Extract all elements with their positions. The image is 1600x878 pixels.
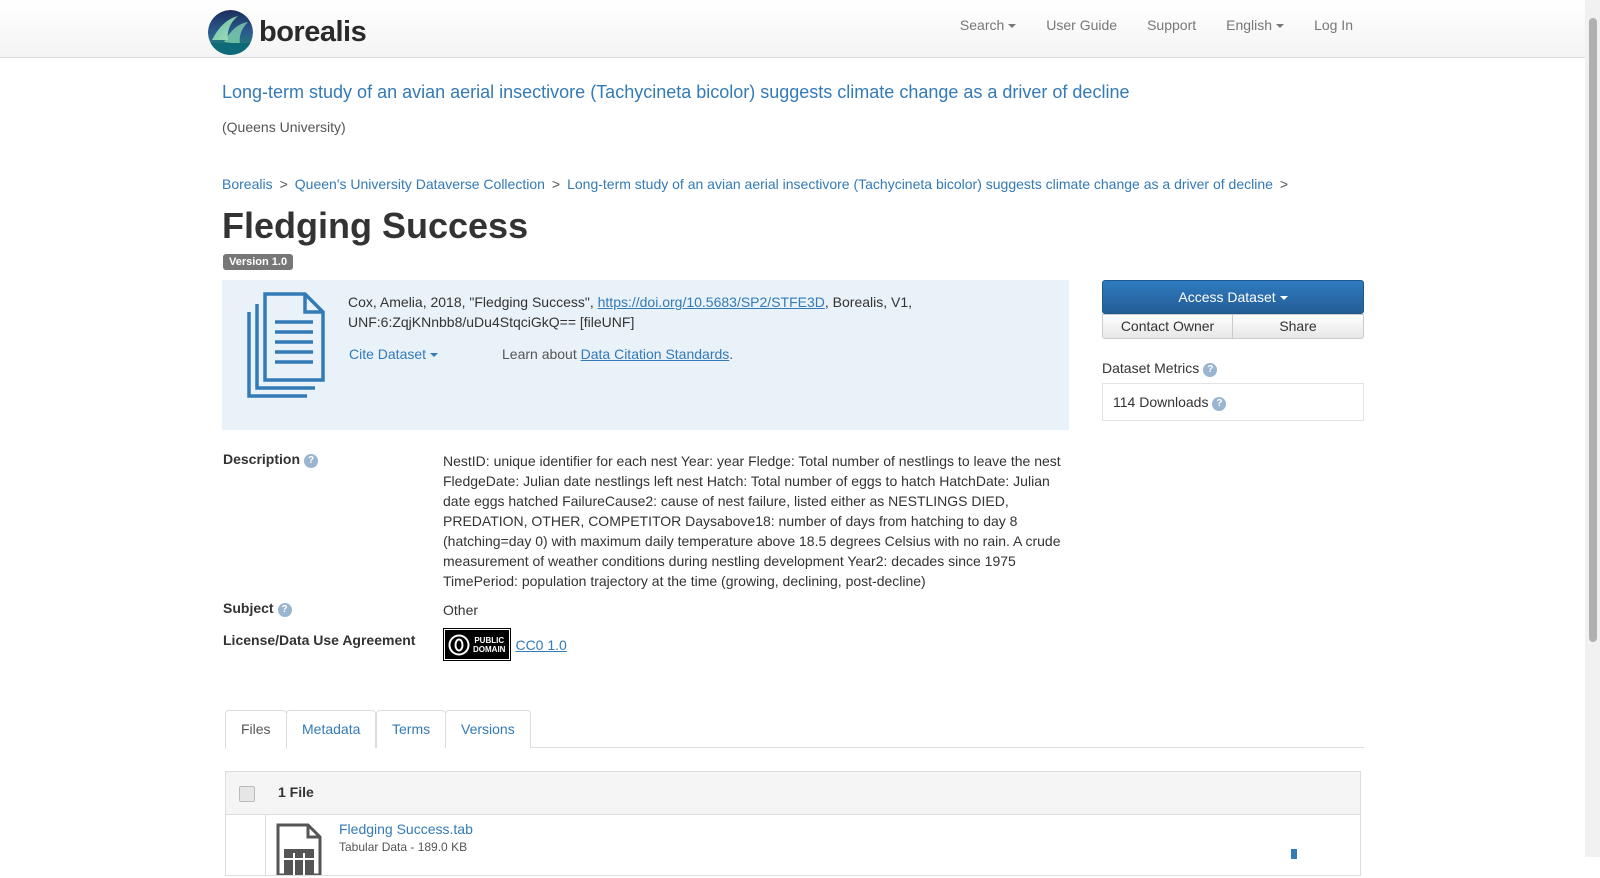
help-icon[interactable]: ? bbox=[1203, 363, 1218, 377]
brand-name: borealis bbox=[259, 15, 367, 48]
file-metadata: Tabular Data - 189.0 KB bbox=[339, 840, 468, 854]
breadcrumb-separator: > bbox=[279, 176, 288, 192]
learn-about-prefix: Learn about bbox=[502, 346, 581, 362]
subject-label-text: Subject bbox=[223, 600, 274, 616]
breadcrumb: Borealis > Queen's University Dataverse Co… bbox=[222, 176, 1295, 192]
tabular-file-icon bbox=[276, 823, 322, 878]
brand-logo-link[interactable]: borealis bbox=[208, 9, 367, 55]
caret-down-icon bbox=[1008, 24, 1017, 29]
nav-login-link[interactable]: Log In bbox=[1314, 17, 1353, 33]
nav-user-guide-link[interactable]: User Guide bbox=[1046, 17, 1117, 33]
nav-menu: Search User Guide Support English Log In bbox=[930, 0, 1353, 50]
license-value: PUBLIC DOMAIN CC0 1.0 bbox=[443, 628, 1063, 661]
citation-text: Cox, Amelia, 2018, "Fledging Success", h… bbox=[348, 292, 938, 332]
breadcrumb-item-collection[interactable]: Queen's University Dataverse Collection bbox=[295, 176, 545, 192]
citation-box: Cox, Amelia, 2018, "Fledging Success", h… bbox=[222, 280, 1069, 430]
parent-dataset-title-link[interactable]: Long-term study of an avian aerial insec… bbox=[222, 82, 1129, 103]
subject-label: Subject? bbox=[223, 600, 292, 617]
files-table: 1 File Fledging Success.tab Tabular Data… bbox=[225, 771, 1361, 878]
page-title: Fledging Success bbox=[222, 205, 529, 246]
zero-circle-icon bbox=[448, 634, 470, 655]
files-table-header: 1 File bbox=[226, 772, 1360, 815]
version-badge: Version 1.0 bbox=[223, 254, 294, 270]
share-button[interactable]: Share bbox=[1233, 314, 1364, 339]
nav-support-link[interactable]: Support bbox=[1147, 17, 1196, 33]
parent-dataset-affiliation: (Queens University) bbox=[222, 119, 346, 135]
help-icon[interactable]: ? bbox=[1212, 397, 1227, 411]
file-action-icon[interactable] bbox=[1291, 849, 1297, 859]
page-scrollbar[interactable] bbox=[1585, 0, 1600, 857]
file-name-link[interactable]: Fledging Success.tab bbox=[339, 821, 473, 837]
public-domain-badge-inner: PUBLIC DOMAIN bbox=[445, 630, 510, 659]
borealis-logo-icon bbox=[208, 9, 253, 55]
downloads-count: 114 Downloads bbox=[1113, 394, 1209, 410]
contact-owner-button[interactable]: Contact Owner bbox=[1102, 314, 1233, 339]
nav-search-dropdown[interactable]: Search bbox=[959, 17, 1017, 33]
nav-language-label: English bbox=[1226, 17, 1273, 33]
public-domain-line1: PUBLIC bbox=[474, 635, 505, 645]
dataset-tabs: Files Metadata Terms Versions bbox=[225, 710, 1364, 749]
license-label: License/Data Use Agreement bbox=[223, 632, 416, 648]
tab-files[interactable]: Files bbox=[225, 710, 287, 749]
description-value: NestID: unique identifier for each nest … bbox=[443, 453, 1061, 589]
nav-search-label: Search bbox=[959, 17, 1005, 33]
nav-language-dropdown[interactable]: English bbox=[1226, 17, 1285, 33]
access-dataset-button[interactable]: Access Dataset bbox=[1102, 280, 1364, 314]
public-domain-text: PUBLIC DOMAIN bbox=[473, 636, 505, 654]
file-stack-icon bbox=[247, 292, 325, 401]
select-all-checkbox[interactable] bbox=[239, 786, 255, 802]
tab-metadata[interactable]: Metadata bbox=[286, 710, 377, 748]
top-navbar: borealis Search User Guide Support Engli… bbox=[0, 0, 1585, 58]
learn-about-citation: Learn about Data Citation Standards. bbox=[502, 346, 733, 362]
public-domain-line2: DOMAIN bbox=[473, 644, 506, 654]
files-count: 1 File bbox=[278, 784, 314, 800]
help-icon[interactable]: ? bbox=[304, 454, 319, 468]
public-domain-badge: PUBLIC DOMAIN bbox=[443, 628, 512, 661]
dataset-sidebar: Access Dataset Contact Owner Share Datas… bbox=[1102, 280, 1364, 421]
caret-down-icon bbox=[1279, 296, 1288, 301]
cite-dataset-dropdown[interactable]: Cite Dataset bbox=[349, 346, 439, 362]
owner-share-buttons: Contact Owner Share bbox=[1102, 314, 1364, 339]
cite-dataset-label: Cite Dataset bbox=[349, 346, 427, 362]
breadcrumb-separator: > bbox=[1279, 176, 1289, 192]
access-dataset-label: Access Dataset bbox=[1178, 289, 1276, 305]
breadcrumb-separator: > bbox=[551, 176, 561, 192]
breadcrumb-item-borealis[interactable]: Borealis bbox=[222, 176, 273, 192]
caret-down-icon bbox=[1276, 24, 1285, 29]
data-citation-standards-link[interactable]: Data Citation Standards bbox=[581, 346, 730, 362]
tab-versions[interactable]: Versions bbox=[445, 710, 531, 748]
tab-terms[interactable]: Terms bbox=[376, 710, 447, 748]
dataset-metrics-label: Dataset Metrics bbox=[1102, 360, 1200, 376]
citation-prefix: Cox, Amelia, 2018, "Fledging Success", bbox=[348, 294, 598, 310]
license-cc0-link[interactable]: CC0 1.0 bbox=[515, 637, 566, 653]
learn-about-suffix: . bbox=[729, 346, 734, 362]
help-icon[interactable]: ? bbox=[277, 603, 292, 617]
description-label-text: Description bbox=[223, 451, 301, 467]
citation-doi-link[interactable]: https://doi.org/10.5683/SP2/STFE3D bbox=[598, 294, 825, 310]
table-row: Fledging Success.tab Tabular Data - 189.… bbox=[226, 815, 1360, 878]
row-select-cell[interactable] bbox=[226, 815, 266, 875]
subject-value: Other bbox=[443, 602, 479, 618]
caret-down-icon bbox=[430, 353, 439, 358]
breadcrumb-item-dataset[interactable]: Long-term study of an avian aerial insec… bbox=[567, 176, 1273, 192]
description-label: Description? bbox=[223, 451, 319, 468]
dataset-metrics-title: Dataset Metrics? bbox=[1102, 360, 1364, 377]
scrollbar-thumb[interactable] bbox=[1589, 18, 1597, 642]
downloads-metric: 114 Downloads? bbox=[1102, 383, 1364, 421]
